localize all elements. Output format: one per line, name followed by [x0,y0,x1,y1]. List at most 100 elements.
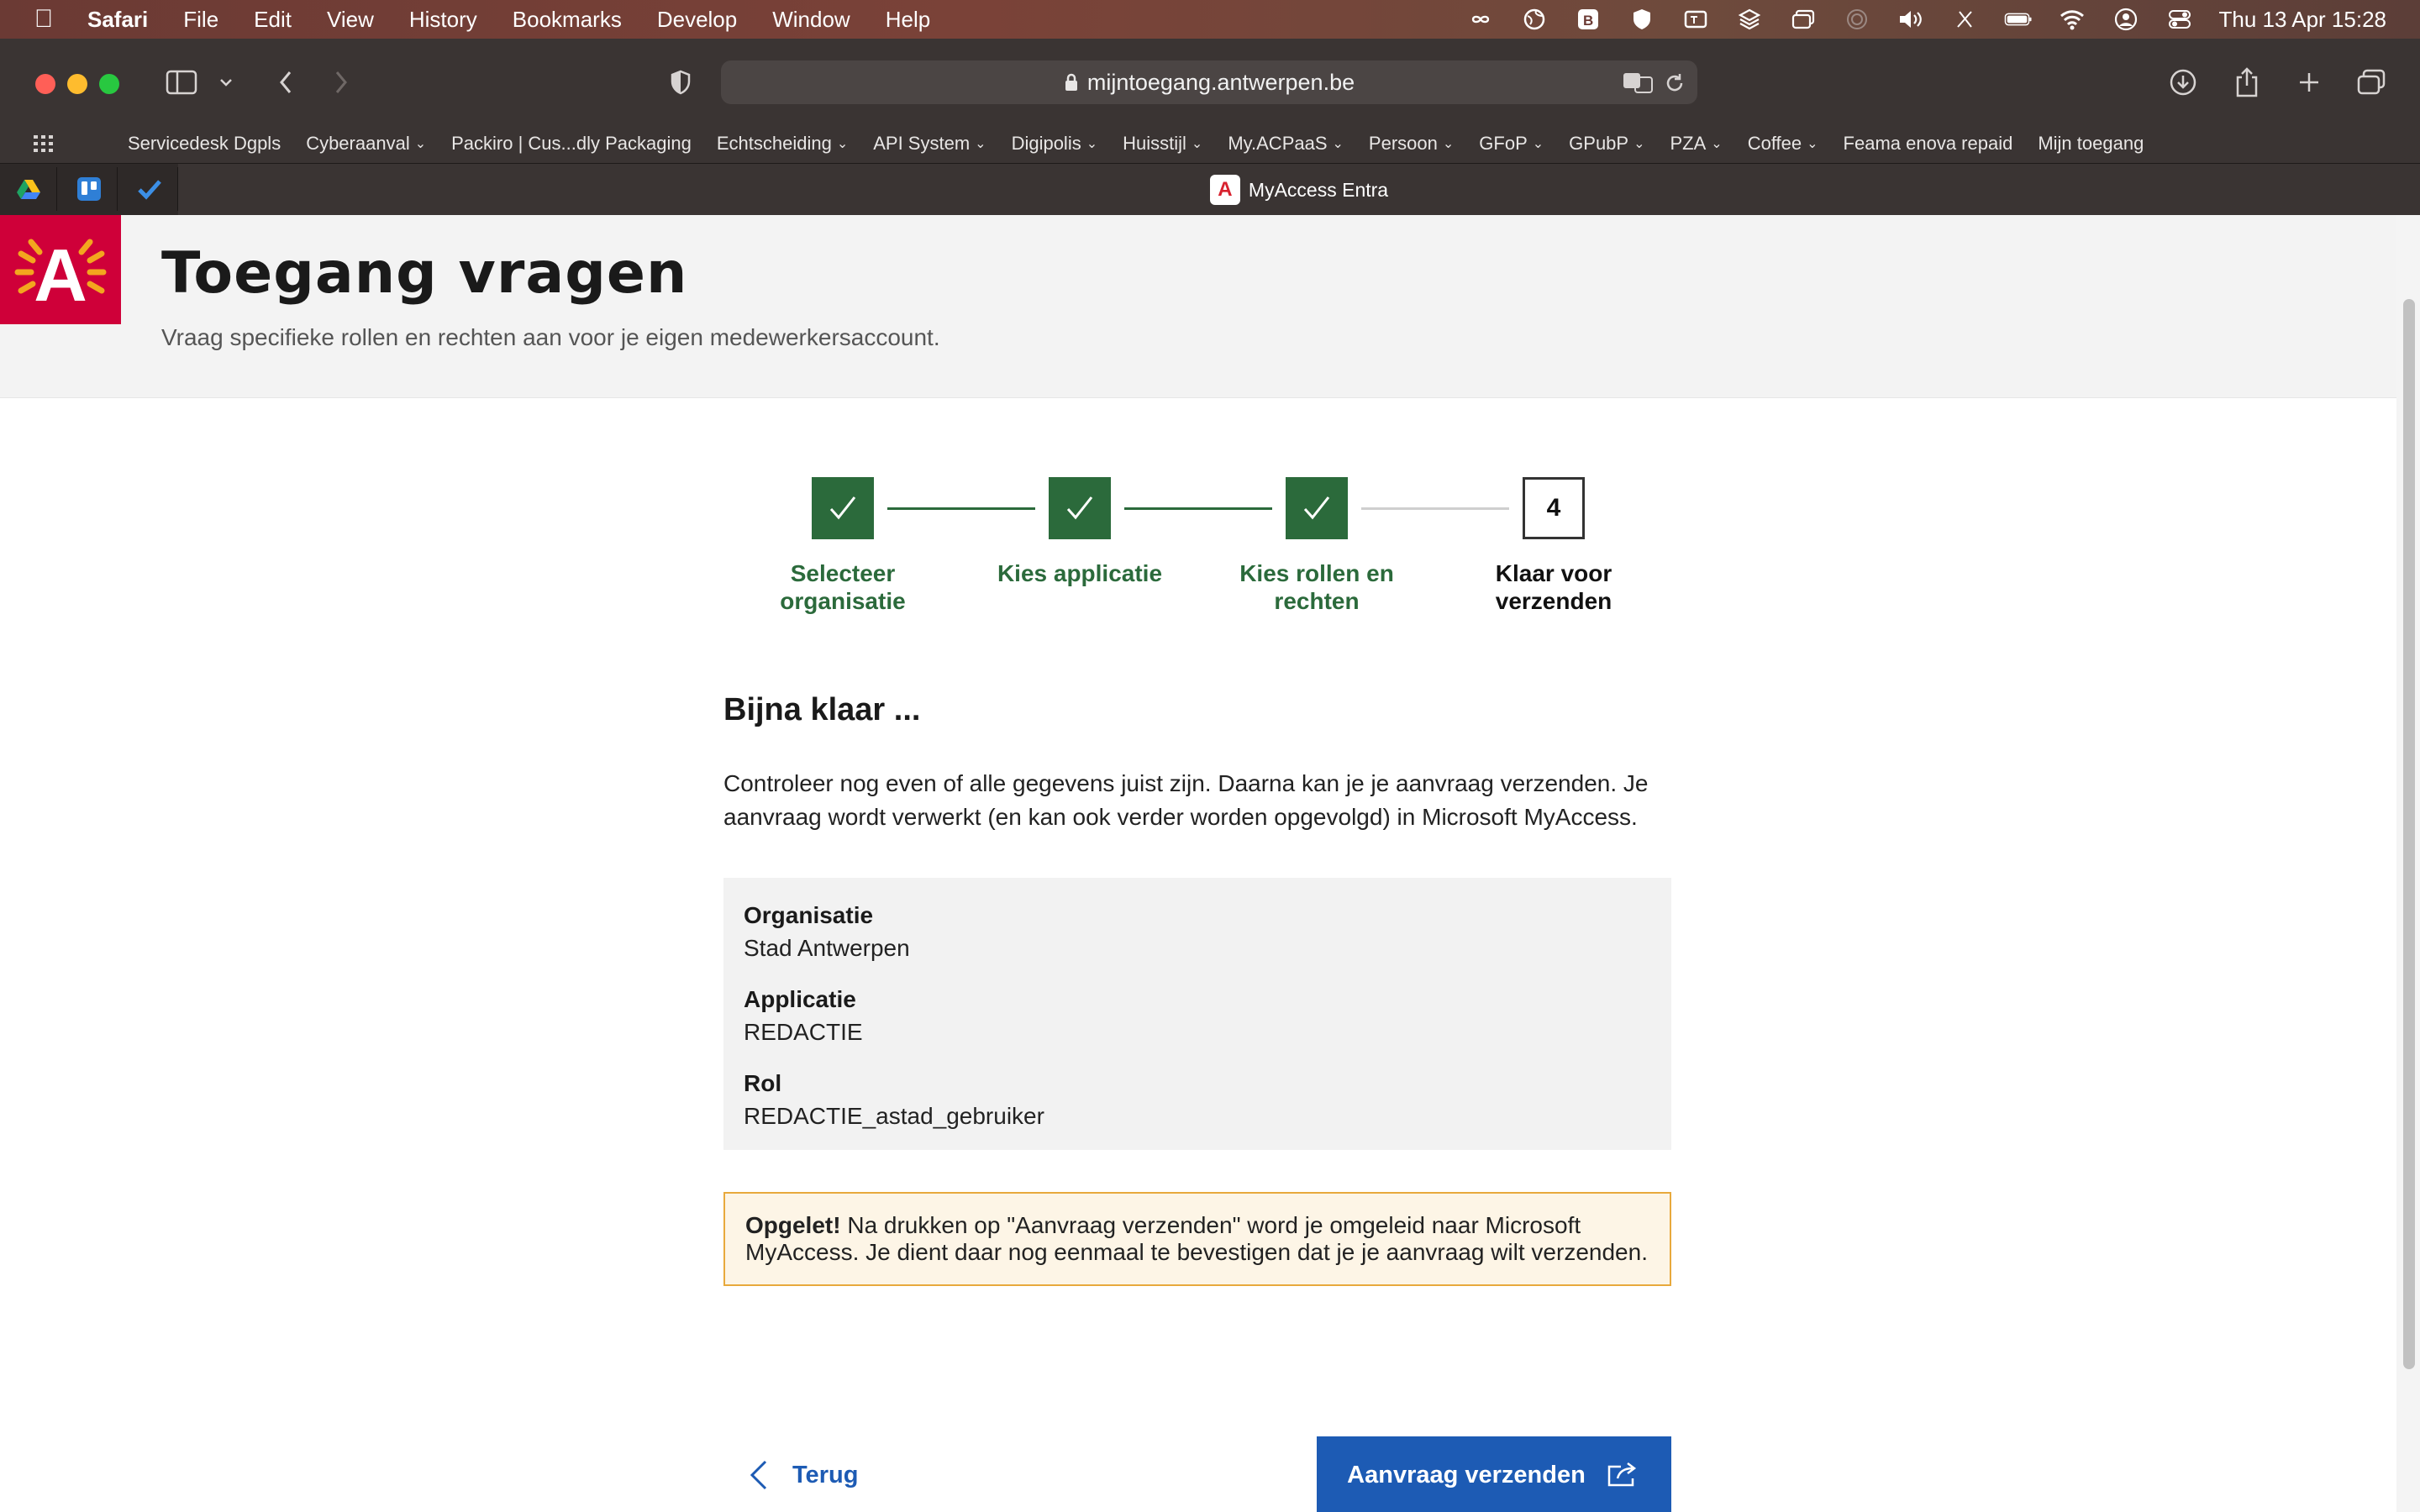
bookmark-folder[interactable]: Coffee ⌄ [1748,133,1818,155]
bookmark-folder[interactable]: Huisstijl ⌄ [1123,133,1202,155]
bookmark-item[interactable]: Mijn toegang [2038,133,2144,155]
bookmark-folder[interactable]: Digipolis ⌄ [1012,133,1098,155]
downloads-icon[interactable] [2165,62,2202,102]
page-subtitle: Vraag specifieke rollen en rechten aan v… [161,324,940,350]
tab-bar: A MyAccess Entra [0,163,2420,216]
review-section: Bijna klaar ... Controleer nog even of a… [723,692,1671,1286]
chevron-down-icon: ⌄ [1532,137,1544,151]
lock-icon [1064,72,1079,92]
shield-check-icon[interactable] [1628,8,1656,31]
chevron-down-icon: ⌄ [1807,137,1818,151]
warning-title: Opgelet! [745,1212,841,1238]
submit-request-button[interactable]: Aanvraag verzenden [1317,1436,1671,1512]
pinned-tab-todo[interactable] [121,167,178,211]
back-arrow-icon[interactable] [269,62,302,102]
minimize-window-button[interactable] [67,74,87,94]
tab-favicon: A [1209,175,1240,205]
back-label: Terug [792,1461,859,1488]
apps-grid-icon[interactable] [25,134,62,153]
tab-overview-icon[interactable] [2353,62,2390,102]
menu-help[interactable]: Help [886,7,930,33]
checkmark-app-icon [137,180,161,200]
tab-title: MyAccess Entra [1248,178,1389,201]
menu-app-safari[interactable]: Safari [87,7,148,33]
bookmark-folder[interactable]: API System ⌄ [873,133,986,155]
new-tab-icon[interactable] [2291,62,2328,102]
volume-icon[interactable] [1897,8,1925,31]
menu-edit[interactable]: Edit [254,7,292,33]
battery-icon[interactable] [2004,8,2033,31]
web-page: A Toegang vragen Vraag specifieke rollen… [0,215,2396,1512]
layers-icon[interactable] [1735,8,1764,31]
reload-icon[interactable] [1664,72,1686,94]
browser-toolbar: mijntoegang.antwerpen.be [0,39,2420,131]
user-icon[interactable] [2112,8,2140,31]
menu-develop[interactable]: Develop [657,7,737,33]
privacy-shield-icon[interactable] [664,62,697,102]
bookmark-folder[interactable]: Echtscheiding ⌄ [717,133,848,155]
menu-file[interactable]: File [183,7,218,33]
bookmark-folder[interactable]: My.ACPaaS ⌄ [1228,133,1344,155]
globe-icon[interactable] [1520,8,1549,31]
chevron-down-icon: ⌄ [414,137,427,151]
bookmark-item[interactable]: Packiro | Cus...dly Packaging [451,133,692,155]
summary-value: REDACTIE [744,1019,863,1045]
back-button[interactable]: Terug [749,1436,858,1512]
scrollbar-thumb[interactable] [2403,299,2415,1369]
step-1-check [812,477,874,539]
bookmarks-bar: Servicedesk Dgpls Cyberaanval ⌄ Packiro |… [0,124,2420,163]
menu-clock[interactable]: Thu 13 Apr 15:28 [2219,7,2386,33]
warning-notice: Opgelet! Na drukken op "Aanvraag verzend… [723,1192,1671,1286]
bookmark-item[interactable]: Servicedesk Dgpls [128,133,281,155]
menu-bookmarks[interactable]: Bookmarks [513,7,622,33]
share-icon[interactable] [2228,62,2265,102]
submit-label: Aanvraag verzenden [1347,1461,1586,1488]
page-header: A Toegang vragen Vraag specifieke rollen… [0,215,2396,398]
google-drive-icon [16,180,40,199]
bookmark-item[interactable]: Feama enova repaid [1844,133,2013,155]
sidebar-toggle-icon[interactable] [161,62,202,102]
menu-window[interactable]: Window [772,7,850,33]
wifi-icon[interactable] [2058,8,2086,31]
translate-icon[interactable] [1681,8,1710,31]
menu-view[interactable]: View [327,7,374,33]
chevron-down-icon: ⌄ [1442,137,1455,151]
summary-value: REDACTIE_astad_gebruiker [744,1103,1044,1129]
control-center-icon[interactable] [2165,8,2194,31]
active-tab[interactable]: A MyAccess Entra [178,164,2420,216]
airdrop-icon[interactable] [1843,8,1871,31]
summary-organisation: Organisatie Stad Antwerpen [744,900,1651,965]
pinned-tab-drive[interactable] [0,167,57,211]
tab-group-chevron-icon[interactable] [213,62,239,102]
menu-history[interactable]: History [409,7,477,33]
chevron-down-icon: ⌄ [836,137,849,151]
zoom-window-button[interactable] [99,74,119,94]
b-app-icon[interactable]: B [1574,8,1602,31]
check-icon [829,496,856,520]
summary-label: Applicatie [744,986,856,1012]
intro-text: Controleer nog even of alle gegevens jui… [723,770,1649,830]
step-4-label: Klaar voor verzenden [1495,560,1612,614]
trello-icon [76,177,101,201]
bookmark-folder[interactable]: PZA ⌄ [1670,133,1723,155]
summary-label: Organisatie [744,902,874,928]
infinity-icon[interactable] [1466,8,1495,31]
pinned-tab-trello[interactable] [60,167,118,211]
translate-page-icon[interactable] [1622,71,1654,94]
windows-icon[interactable] [1789,8,1818,31]
address-bar[interactable]: mijntoegang.antwerpen.be [721,60,1697,104]
check-icon [1303,496,1330,520]
close-window-button[interactable] [35,74,55,94]
forward-arrow-icon[interactable] [324,62,358,102]
step-3-label: Kies rollen en rechten [1239,560,1394,614]
apple-menu-icon[interactable]:  [0,5,87,34]
bookmark-folder[interactable]: GPubP ⌄ [1569,133,1644,155]
svg-text:B: B [1583,13,1593,29]
warning-text: Na drukken op "Aanvraag verzenden" word … [745,1212,1648,1265]
antwerpen-logo[interactable]: A [0,215,121,324]
pen-slash-icon[interactable] [1950,8,1979,31]
bookmark-folder[interactable]: GFoP ⌄ [1479,133,1544,155]
bookmark-folder[interactable]: Persoon ⌄ [1369,133,1454,155]
bookmark-folder[interactable]: Cyberaanval ⌄ [306,133,426,155]
step-connector [887,507,1035,510]
